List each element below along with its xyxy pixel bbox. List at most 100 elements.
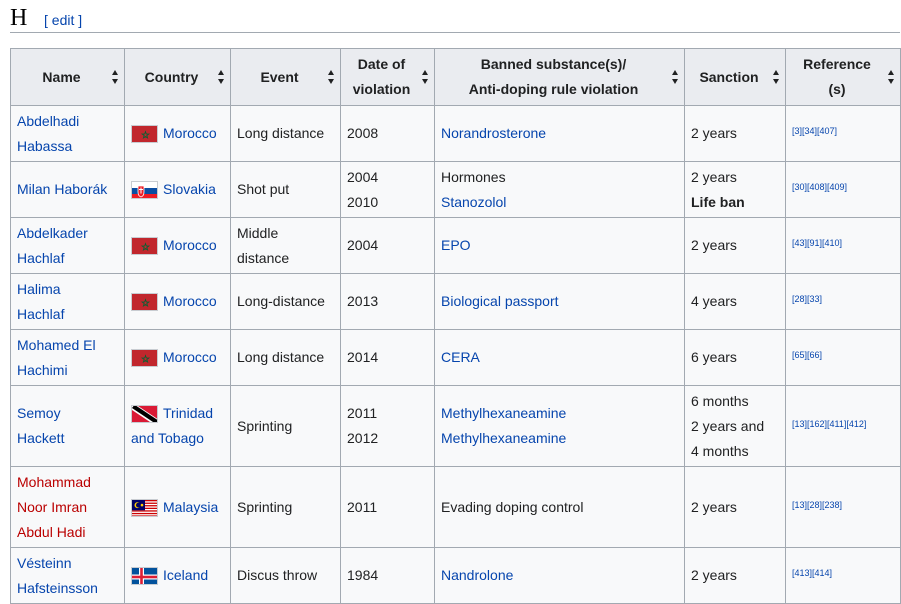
reference-link[interactable]: [13][162][411][412] <box>792 419 866 429</box>
athlete-redlink[interactable]: Noor Imran <box>17 495 118 520</box>
country-link[interactable]: and Tobago <box>131 426 224 451</box>
country-cell: Slovakia <box>124 161 231 218</box>
athlete-name-cell: Abdelkader Hachlaf <box>10 217 125 274</box>
substance-link[interactable]: Methylhexaneamine <box>441 401 678 426</box>
athlete-link[interactable]: Hackett <box>17 426 118 451</box>
col-header-name[interactable]: Name <box>10 48 125 106</box>
date-cell: 2013 <box>340 273 435 330</box>
event-cell: Discus throw <box>230 547 341 604</box>
morocco-flag-icon <box>131 349 158 368</box>
sanction-cell: 6 years <box>684 329 786 386</box>
sanction-cell: 4 years <box>684 273 786 330</box>
country-link[interactable]: Morocco <box>163 349 217 365</box>
athlete-link[interactable]: Hafsteinsson <box>17 576 118 601</box>
event-cell: Middle distance <box>230 217 341 274</box>
sort-icon[interactable] <box>328 70 335 84</box>
col-header-substance[interactable]: Banned substance(s)/ Anti-doping rule vi… <box>434 48 685 106</box>
col-header-country[interactable]: Country <box>124 48 231 106</box>
sort-icon[interactable] <box>888 70 895 84</box>
substance-link[interactable]: EPO <box>441 237 471 253</box>
athlete-link[interactable]: Vésteinn <box>17 551 118 576</box>
athlete-link[interactable]: Hachlaf <box>17 302 118 327</box>
col-header-sanction[interactable]: Sanction <box>684 48 786 106</box>
table-row: Abdelkader Hachlaf Morocco Middle distan… <box>10 217 901 274</box>
reference-link[interactable]: [28][33] <box>792 294 822 304</box>
substance-link[interactable]: Biological passport <box>441 293 559 309</box>
event-cell: Long distance <box>230 329 341 386</box>
sort-icon[interactable] <box>773 70 780 84</box>
country-link[interactable]: Trinidad <box>163 405 213 421</box>
country-link[interactable]: Morocco <box>163 237 217 253</box>
athlete-link[interactable]: Abdelkader <box>17 221 118 246</box>
sort-icon[interactable] <box>112 70 119 84</box>
event-cell: Long-distance <box>230 273 341 330</box>
col-header-date[interactable]: Date of violation <box>340 48 435 106</box>
sort-icon[interactable] <box>672 70 679 84</box>
substance-link[interactable]: Norandrosterone <box>441 125 546 141</box>
substance-cell: Nandrolone <box>434 547 685 604</box>
country-cell: Morocco <box>124 329 231 386</box>
reference-cell: [13][28][238] <box>785 466 901 548</box>
table-row: Vésteinn Hafsteinsson Iceland Discus thr… <box>10 547 901 604</box>
reference-link[interactable]: [3][34][407] <box>792 126 837 136</box>
athlete-link[interactable]: Milan Haborák <box>17 181 107 197</box>
athlete-link[interactable]: Semoy <box>17 401 118 426</box>
athlete-name-cell: Abdelhadi Habassa <box>10 105 125 162</box>
athlete-link[interactable]: Hachlaf <box>17 246 118 271</box>
reference-link[interactable]: [13][28][238] <box>792 500 842 510</box>
section-title: H <box>10 5 28 31</box>
athlete-link[interactable]: Halima <box>17 277 118 302</box>
event-cell: Long distance <box>230 105 341 162</box>
malaysia-flag-icon <box>131 498 158 517</box>
country-cell: Morocco <box>124 273 231 330</box>
country-link[interactable]: Morocco <box>163 293 217 309</box>
athlete-name-cell: Mohammad Noor Imran Abdul Hadi <box>10 466 125 548</box>
table-row: Mohamed El Hachimi Morocco Long distance… <box>10 329 901 386</box>
reference-cell: [13][162][411][412] <box>785 385 901 467</box>
reference-link[interactable]: [30][408][409] <box>792 182 847 192</box>
reference-cell: [28][33] <box>785 273 901 330</box>
col-header-reference[interactable]: Reference (s) <box>785 48 901 106</box>
athlete-link[interactable]: Hachimi <box>17 358 118 383</box>
reference-link[interactable]: [65][66] <box>792 350 822 360</box>
athlete-link[interactable]: Abdelhadi <box>17 109 118 134</box>
substance-link[interactable]: Nandrolone <box>441 567 513 583</box>
morocco-flag-icon <box>131 125 158 144</box>
reference-cell: [30][408][409] <box>785 161 901 218</box>
athlete-link[interactable]: Habassa <box>17 134 118 159</box>
iceland-flag-icon <box>131 567 158 586</box>
trinidad-and-tobago-flag-icon <box>131 405 158 424</box>
slovakia-flag-icon <box>131 181 158 200</box>
morocco-flag-icon <box>131 237 158 256</box>
substance-cell: Norandrosterone <box>434 105 685 162</box>
country-cell: Trinidad and Tobago <box>124 385 231 467</box>
edit-link[interactable]: [ edit ] <box>44 12 82 28</box>
col-header-event[interactable]: Event <box>230 48 341 106</box>
athlete-name-cell: Mohamed El Hachimi <box>10 329 125 386</box>
reference-link[interactable]: [43][91][410] <box>792 238 842 248</box>
country-cell: Morocco <box>124 217 231 274</box>
sort-icon[interactable] <box>218 70 225 84</box>
event-cell: Shot put <box>230 161 341 218</box>
country-link[interactable]: Morocco <box>163 125 217 141</box>
substance-link[interactable]: CERA <box>441 349 480 365</box>
sanction-cell: 6 months 2 years and 4 months <box>684 385 786 467</box>
substance-link[interactable]: Stanozolol <box>441 190 678 215</box>
country-link[interactable]: Iceland <box>163 567 208 583</box>
country-cell: Morocco <box>124 105 231 162</box>
sanction-cell: 2 years <box>684 547 786 604</box>
country-link[interactable]: Malaysia <box>163 499 218 515</box>
date-cell: 2011 2012 <box>340 385 435 467</box>
reference-link[interactable]: [413][414] <box>792 568 832 578</box>
athlete-redlink[interactable]: Mohammad <box>17 470 118 495</box>
substance-link[interactable]: Methylhexaneamine <box>441 426 678 451</box>
date-cell: 2011 <box>340 466 435 548</box>
country-cell: Malaysia <box>124 466 231 548</box>
substance-cell: Methylhexaneamine Methylhexaneamine <box>434 385 685 467</box>
sort-icon[interactable] <box>422 70 429 84</box>
substance-cell: Hormones Stanozolol <box>434 161 685 218</box>
country-link[interactable]: Slovakia <box>163 181 216 197</box>
athlete-redlink[interactable]: Abdul Hadi <box>17 520 118 545</box>
edit-label[interactable]: [ edit ] <box>44 12 82 28</box>
athlete-link[interactable]: Mohamed El <box>17 333 118 358</box>
